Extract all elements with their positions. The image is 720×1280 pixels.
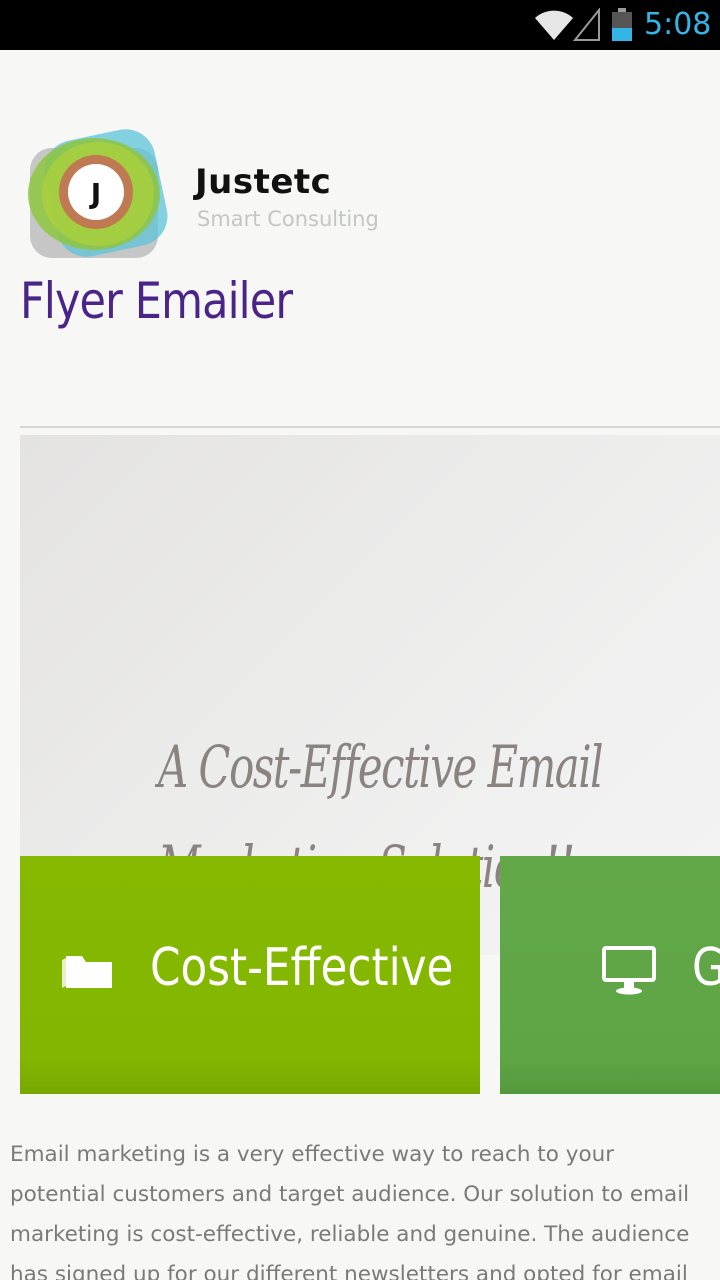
battery-icon bbox=[612, 8, 632, 41]
monitor-icon bbox=[602, 946, 656, 995]
hero-headline-line1: A Cost-Effective Email bbox=[158, 733, 604, 801]
logo-letter: J bbox=[89, 177, 101, 210]
feature-tile-cost-effective[interactable]: Cost-Effective bbox=[20, 856, 480, 1094]
folder-icon bbox=[62, 956, 112, 988]
feature-tile-second[interactable]: G bbox=[500, 856, 720, 1094]
clock: 5:08 bbox=[644, 7, 712, 42]
intro-paragraph: Email marketing is a very effective way … bbox=[10, 1142, 690, 1280]
status-bar: 5:08 bbox=[0, 0, 720, 50]
brand-name[interactable]: Justetc bbox=[195, 162, 331, 202]
web-page[interactable]: J Justetc Smart Consulting Flyer Emailer… bbox=[0, 50, 720, 1280]
cell-signal-icon bbox=[573, 8, 600, 41]
brand-tagline: Smart Consulting bbox=[197, 207, 379, 231]
wifi-icon bbox=[535, 10, 573, 40]
site-title[interactable]: Flyer Emailer bbox=[20, 270, 293, 332]
feature-tile-label: Cost-Effective bbox=[150, 938, 454, 998]
justetc-logo-icon[interactable]: J bbox=[22, 128, 172, 264]
header-divider bbox=[20, 426, 720, 428]
feature-tile-label: G bbox=[692, 934, 720, 1002]
